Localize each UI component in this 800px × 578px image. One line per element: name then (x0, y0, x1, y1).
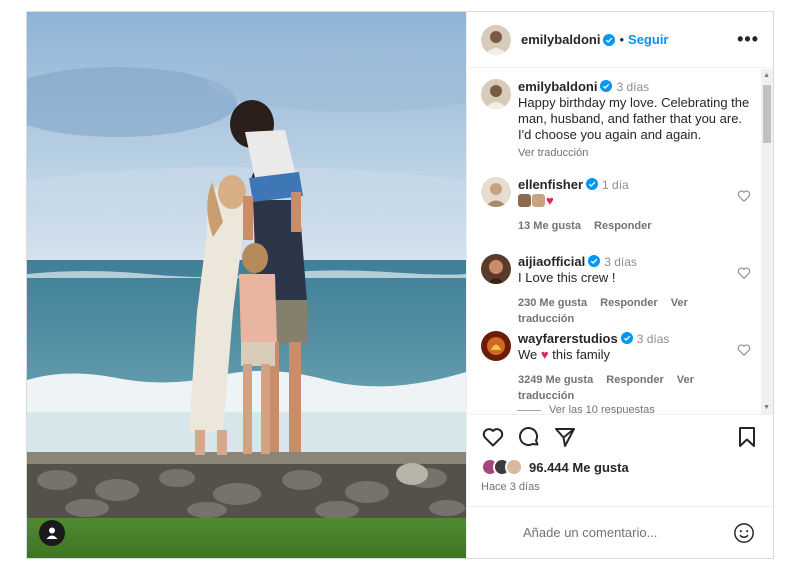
replies-divider (517, 409, 541, 411)
comment-item: wayfarerstudios 3 días We ♥ this family 3… (481, 331, 757, 404)
comment-meta: 230 Me gusta Responder Ver traducción (518, 295, 757, 327)
commenter-avatar[interactable] (481, 331, 511, 361)
comment-username[interactable]: wayfarerstudios (518, 331, 618, 346)
comment-likes[interactable]: 13 Me gusta (518, 220, 581, 232)
separator-dot: • (619, 32, 625, 47)
heart-emoji-icon: ♥ (546, 193, 554, 208)
verified-badge-icon (588, 255, 601, 267)
comment-item: ellenfisher 1 día ♥ 13 Me gusta Responder (481, 177, 757, 234)
reply-button[interactable]: Responder (600, 297, 657, 309)
like-comment-heart-icon[interactable] (737, 189, 751, 203)
emoji-icon (518, 194, 531, 207)
bookmark-icon[interactable] (735, 425, 759, 449)
commenter-avatar[interactable] (481, 254, 511, 284)
like-comment-heart-icon[interactable] (737, 343, 751, 357)
action-icons-row (481, 415, 759, 459)
more-options-button[interactable]: ••• (737, 29, 759, 50)
heart-icon[interactable] (481, 425, 505, 449)
comment-emojis: ♥ (518, 193, 757, 209)
scroll-down-arrow-icon[interactable]: ▼ (763, 404, 770, 411)
add-comment-bar (467, 506, 773, 558)
comment-text: I Love this crew ! (518, 270, 616, 285)
caption: emilybaldoni 3 días Happy birthday my lov… (481, 79, 757, 161)
share-icon[interactable] (553, 425, 577, 449)
reply-button[interactable]: Responder (594, 220, 651, 232)
comment-likes[interactable]: 230 Me gusta (518, 297, 587, 309)
view-replies-label: Ver las 10 respuestas (549, 404, 655, 414)
verified-badge-icon (603, 33, 616, 46)
verified-badge-icon (620, 332, 633, 344)
author-avatar[interactable] (481, 24, 511, 55)
comments-list: emilybaldoni 3 días Happy birthday my lov… (467, 69, 773, 414)
caption-time[interactable]: 3 días (616, 80, 649, 94)
view-replies-link[interactable]: Ver las 10 respuestas (517, 404, 655, 414)
author-username[interactable]: emilybaldoni (521, 32, 600, 47)
comment-item: aijiaofficial 3 días I Love this crew ! 2… (481, 254, 757, 327)
user-tag-icon[interactable] (39, 520, 65, 546)
comment-text-end: this family (552, 347, 611, 362)
verified-badge-icon (600, 80, 613, 92)
comment-time[interactable]: 3 días (637, 332, 670, 346)
post-header: emilybaldoni • Seguir ••• (467, 12, 773, 68)
add-comment-input[interactable] (523, 525, 733, 540)
comment-icon[interactable] (517, 425, 541, 449)
caption-text: Happy birthday my love. Celebrating the … (518, 95, 750, 142)
comment-likes[interactable]: 3249 Me gusta (518, 374, 593, 386)
comments-scrollbar[interactable]: ▲ ▼ (761, 69, 773, 414)
liker-avatar (505, 458, 523, 476)
comment-meta: 3249 Me gusta Responder Ver traducción (518, 372, 757, 404)
scroll-up-arrow-icon[interactable]: ▲ (763, 72, 770, 79)
post-photo[interactable] (27, 12, 466, 558)
like-comment-heart-icon[interactable] (737, 266, 751, 280)
follow-button[interactable]: Seguir (628, 32, 668, 47)
emoji-icon[interactable] (733, 522, 755, 544)
comment-time[interactable]: 1 día (602, 178, 629, 192)
commenter-avatar[interactable] (481, 177, 511, 207)
caption-translate-link[interactable]: Ver traducción (518, 145, 757, 161)
post-actions: 96.444 Me gusta Hace 3 días (467, 414, 773, 493)
comment-text-start: We (518, 347, 538, 362)
likes-count[interactable]: 96.444 Me gusta (529, 460, 629, 475)
comment-username[interactable]: ellenfisher (518, 177, 583, 192)
caption-avatar[interactable] (481, 79, 511, 109)
verified-badge-icon (586, 178, 599, 190)
likes-row: 96.444 Me gusta (481, 458, 759, 476)
scroll-thumb[interactable] (763, 85, 771, 143)
reply-button[interactable]: Responder (606, 374, 663, 386)
comment-username[interactable]: aijiaofficial (518, 254, 585, 269)
heart-emoji-icon: ♥ (540, 347, 549, 362)
family-beach-photo (27, 12, 466, 558)
comment-meta: 13 Me gusta Responder (518, 218, 757, 234)
emoji-icon (532, 194, 545, 207)
caption-username[interactable]: emilybaldoni (518, 79, 597, 94)
instagram-post: emilybaldoni • Seguir ••• emilybaldoni 3 … (26, 11, 774, 559)
comment-text: We ♥ this family (518, 347, 757, 363)
comment-time[interactable]: 3 días (604, 255, 637, 269)
posted-time[interactable]: Hace 3 días (481, 481, 759, 493)
liker-avatars (481, 458, 523, 476)
post-side-panel: emilybaldoni • Seguir ••• emilybaldoni 3 … (466, 12, 773, 558)
